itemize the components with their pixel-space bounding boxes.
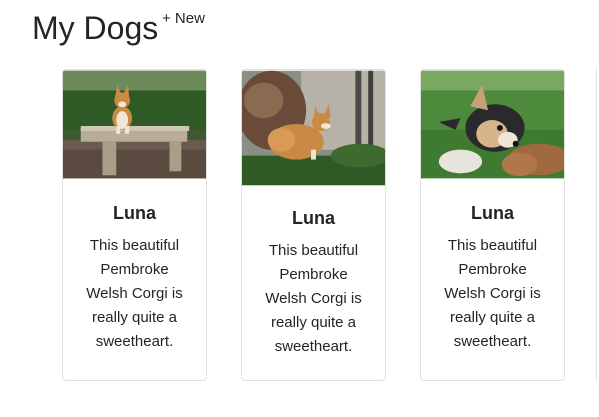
dog-description: This beautiful Pembroke Welsh Corgi is r… bbox=[265, 242, 362, 355]
dog-description: This beautiful Pembroke Welsh Corgi is r… bbox=[86, 237, 183, 350]
dog-card[interactable]: Luna This beautiful Pembroke Welsh Corgi… bbox=[241, 69, 386, 381]
page-title: My Dogs bbox=[32, 10, 159, 46]
new-dog-link[interactable]: + New bbox=[162, 10, 205, 27]
dog-photo bbox=[242, 70, 385, 186]
dog-name: Luna bbox=[471, 203, 514, 223]
dog-card[interactable]: Luna This beautiful Pembroke Welsh Corgi… bbox=[420, 69, 565, 381]
dog-photo bbox=[63, 70, 206, 179]
dog-name: Luna bbox=[113, 203, 156, 223]
dog-card[interactable]: Luna This beautiful Pembroke Welsh Corgi… bbox=[62, 69, 207, 381]
dog-description: This beautiful Pembroke Welsh Corgi is r… bbox=[444, 237, 541, 350]
dog-photo bbox=[421, 70, 564, 179]
dog-name: Luna bbox=[292, 208, 335, 228]
